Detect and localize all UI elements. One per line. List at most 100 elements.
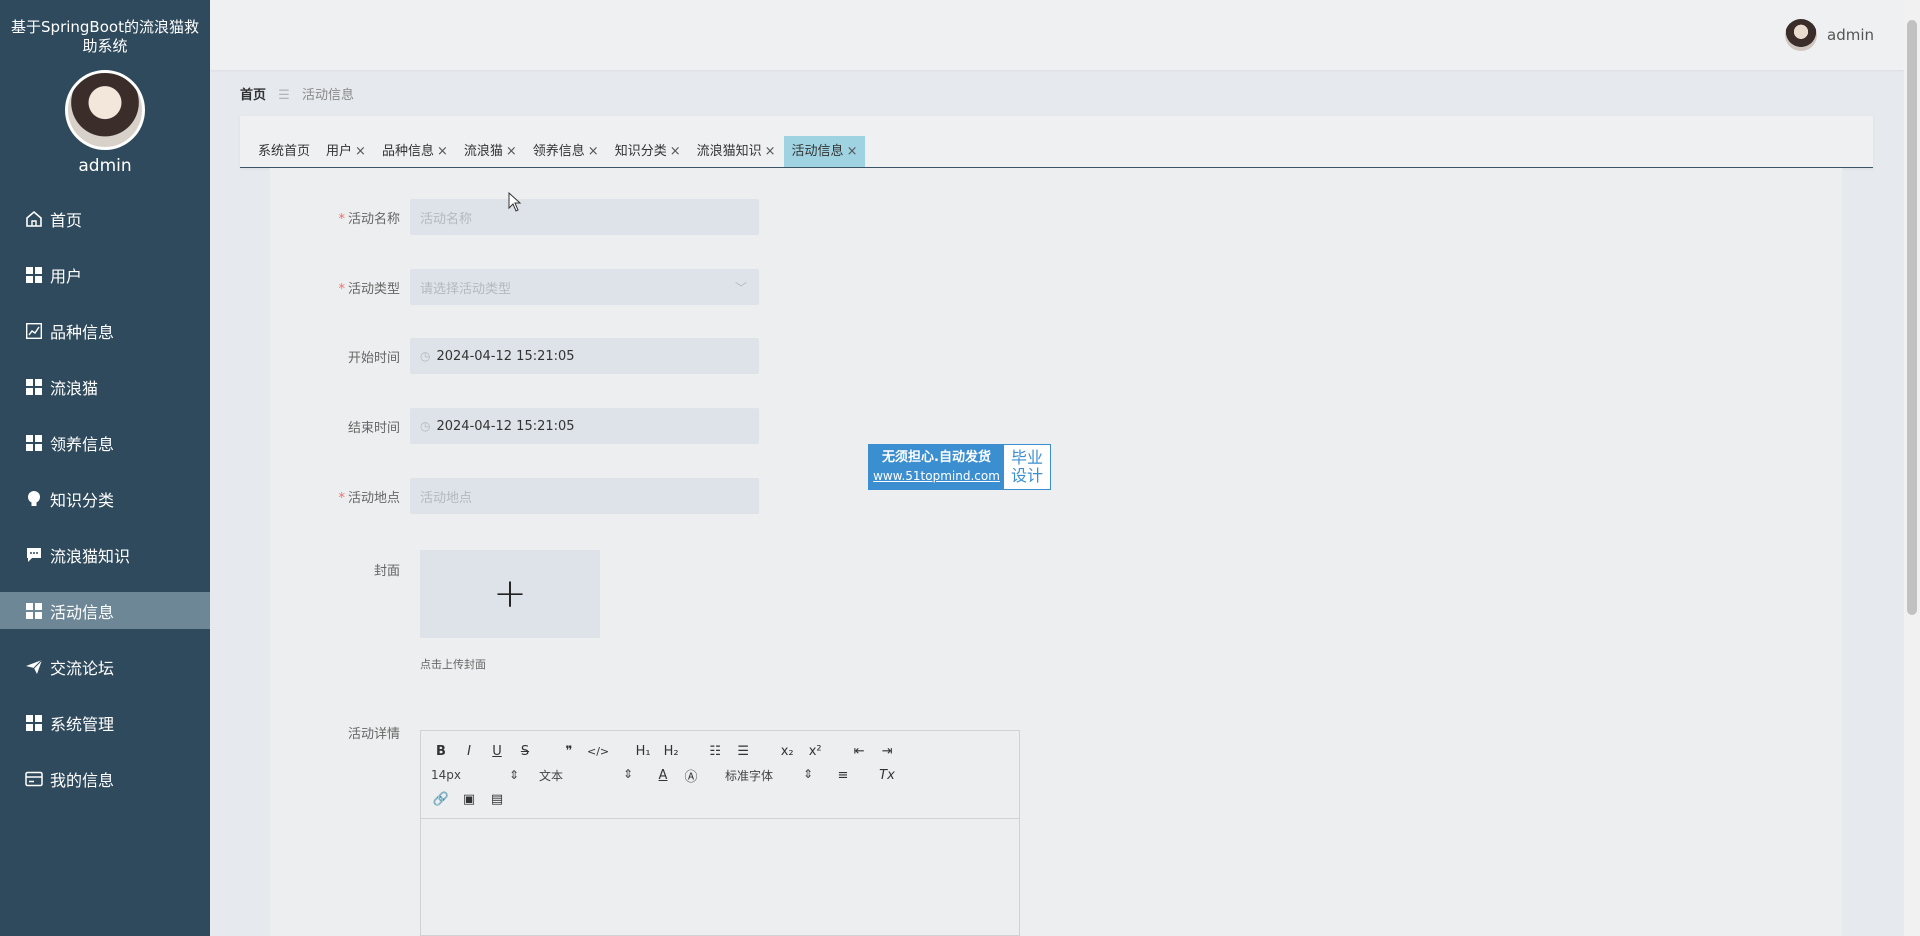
close-icon[interactable]: × [437, 144, 448, 159]
font-size-select[interactable]: 14px ⇕ [431, 768, 519, 782]
sidebar-item-label: 领养信息 [50, 434, 115, 454]
video-button[interactable]: ▤ [487, 792, 507, 807]
close-icon[interactable]: × [765, 144, 776, 159]
breadcrumb-separator-icon: ☰ [278, 88, 290, 103]
tab-breeds[interactable]: 品种信息 × [374, 136, 456, 167]
sidebar-item-stray-cats[interactable]: 流浪猫 [0, 368, 210, 405]
clock-icon: ◷ [420, 349, 431, 363]
link-button[interactable]: 🔗 [431, 792, 451, 807]
chevron-down-icon: ﹀ [734, 281, 747, 295]
user-menu[interactable]: admin [1785, 19, 1874, 51]
field-label: * 活动地点 [338, 490, 400, 506]
cover-upload-button[interactable]: + [420, 550, 600, 638]
avatar[interactable] [1785, 19, 1817, 51]
font-color-button[interactable]: A [653, 768, 673, 783]
sidebar-item-knowledge-category[interactable]: 知识分类 [0, 480, 210, 517]
tab-cat-knowledge[interactable]: 流浪猫知识 × [689, 136, 784, 167]
tabs-bar: 系统首页 用户 × 品种信息 × 流浪猫 × 领养信息 × 知识分类 × 流浪猫知识 × 活… [240, 116, 1873, 168]
close-icon[interactable]: × [670, 144, 681, 159]
close-icon[interactable]: × [588, 144, 599, 159]
tab-system-home[interactable]: 系统首页 [250, 136, 318, 167]
top-header: admin [210, 0, 1904, 70]
toolbar-row: 14px ⇕ 文本 ⇕ A Ⓐ 标准字体 ⇕ ≡ Tx [431, 763, 1009, 787]
sidebar-item-label: 用户 [50, 266, 83, 286]
sidebar-item-label: 流浪猫 [50, 378, 99, 398]
sidebar: 基于SpringBoot的流浪猫救助系统 admin 首页 用户 品种信息 流浪… [0, 0, 210, 936]
editor-content[interactable] [421, 819, 1019, 936]
grid-icon [24, 265, 44, 285]
sidebar-item-label: 活动信息 [50, 602, 115, 622]
tab-knowledge-category[interactable]: 知识分类 × [607, 136, 689, 167]
bullet-list-button[interactable]: ☰ [733, 744, 753, 759]
tab-label: 领养信息 [532, 144, 585, 159]
quote-button[interactable]: ❞ [559, 744, 579, 759]
tab-adoption[interactable]: 领养信息 × [525, 136, 607, 167]
form-panel: * 活动名称 活动名称 * 活动类型 请选择活动类型 ﹀ 开始时间 ◷ 2024-04-… [270, 168, 1842, 936]
header-select[interactable]: 文本 ⇕ [539, 767, 633, 784]
sidebar-menu: 首页 用户 品种信息 流浪猫 领养信息 知识分类 流浪猫知识 活动信息 交流论坛… [0, 200, 210, 797]
sidebar-item-home[interactable]: 首页 [0, 200, 210, 237]
tab-stray-cats[interactable]: 流浪猫 × [456, 136, 525, 167]
activity-name-input[interactable]: 活动名称 [410, 199, 759, 235]
sidebar-item-my-info[interactable]: 我的信息 [0, 760, 210, 797]
h2-button[interactable]: H₂ [661, 744, 681, 759]
toolbar-row: B I U S ❞ </> H₁ H₂ ☷ ☰ x₂ x² ⇤ ⇥ [431, 739, 1009, 763]
field-label: * 活动类型 [338, 281, 400, 297]
bold-button[interactable]: B [431, 744, 451, 759]
rich-text-editor: B I U S ❞ </> H₁ H₂ ☷ ☰ x₂ x² ⇤ ⇥ 14px ⇕… [420, 730, 1020, 936]
sidebar-username: admin [78, 156, 132, 176]
outdent-button[interactable]: ⇤ [849, 744, 869, 759]
sidebar-item-label: 我的信息 [50, 770, 115, 790]
chart-icon [24, 321, 44, 341]
watermark-slogan: 无须担心.自动发货 [882, 450, 991, 465]
clear-format-button[interactable]: Tx [877, 768, 897, 783]
tab-users[interactable]: 用户 × [318, 136, 374, 167]
header-username[interactable]: admin [1827, 26, 1874, 44]
sidebar-avatar [65, 70, 145, 150]
clock-icon: ◷ [420, 419, 431, 433]
grid-icon [24, 713, 44, 733]
page-scrollbar[interactable] [1904, 0, 1920, 936]
activity-type-select[interactable]: 请选择活动类型 ﹀ [410, 269, 759, 305]
subscript-button[interactable]: x₂ [777, 744, 797, 759]
background-color-button[interactable]: Ⓐ [681, 766, 701, 785]
code-button[interactable]: </> [587, 745, 609, 758]
bulb-icon [24, 489, 44, 509]
grid-icon [24, 601, 44, 621]
close-icon[interactable]: × [506, 144, 517, 159]
sidebar-item-breeds[interactable]: 品种信息 [0, 312, 210, 349]
italic-button[interactable]: I [459, 744, 479, 759]
underline-button[interactable]: U [487, 744, 507, 759]
sidebar-item-adoption[interactable]: 领养信息 [0, 424, 210, 461]
close-icon[interactable]: × [847, 144, 858, 159]
sidebar-item-label: 品种信息 [50, 322, 115, 342]
sidebar-item-cat-knowledge[interactable]: 流浪猫知识 [0, 536, 210, 573]
align-button[interactable]: ≡ [833, 768, 853, 783]
tab-activities[interactable]: 活动信息 × [783, 136, 866, 167]
start-time-picker[interactable]: ◷ 2024-04-12 15:21:05 [410, 338, 759, 374]
superscript-button[interactable]: x² [805, 744, 825, 759]
field-cover-label: 封面 [270, 560, 410, 579]
required-mark: * [338, 211, 345, 227]
grid-icon [24, 433, 44, 453]
font-family-select[interactable]: 标准字体 ⇕ [725, 767, 813, 784]
scrollbar-thumb[interactable] [1907, 20, 1917, 615]
sidebar-item-label: 交流论坛 [50, 658, 115, 678]
sidebar-item-label: 知识分类 [50, 490, 115, 510]
sidebar-item-users[interactable]: 用户 [0, 256, 210, 293]
location-input[interactable]: 活动地点 [410, 478, 759, 514]
field-label: 结束时间 [347, 420, 400, 436]
sidebar-item-activities[interactable]: 活动信息 [0, 592, 210, 629]
strike-button[interactable]: S [515, 744, 535, 759]
sidebar-item-system-management[interactable]: 系统管理 [0, 704, 210, 741]
ordered-list-button[interactable]: ☷ [705, 744, 725, 759]
plus-icon: + [493, 571, 527, 617]
h1-button[interactable]: H₁ [633, 744, 653, 759]
tab-list: 系统首页 用户 × 品种信息 × 流浪猫 × 领养信息 × 知识分类 × 流浪猫知识 × 活… [250, 136, 866, 167]
indent-button[interactable]: ⇥ [877, 744, 897, 759]
end-time-picker[interactable]: ◷ 2024-04-12 15:21:05 [410, 408, 759, 444]
close-icon[interactable]: × [355, 144, 366, 159]
sidebar-item-forum[interactable]: 交流论坛 [0, 648, 210, 685]
image-button[interactable]: ▣ [459, 792, 479, 807]
breadcrumb-home[interactable]: 首页 [240, 88, 266, 103]
